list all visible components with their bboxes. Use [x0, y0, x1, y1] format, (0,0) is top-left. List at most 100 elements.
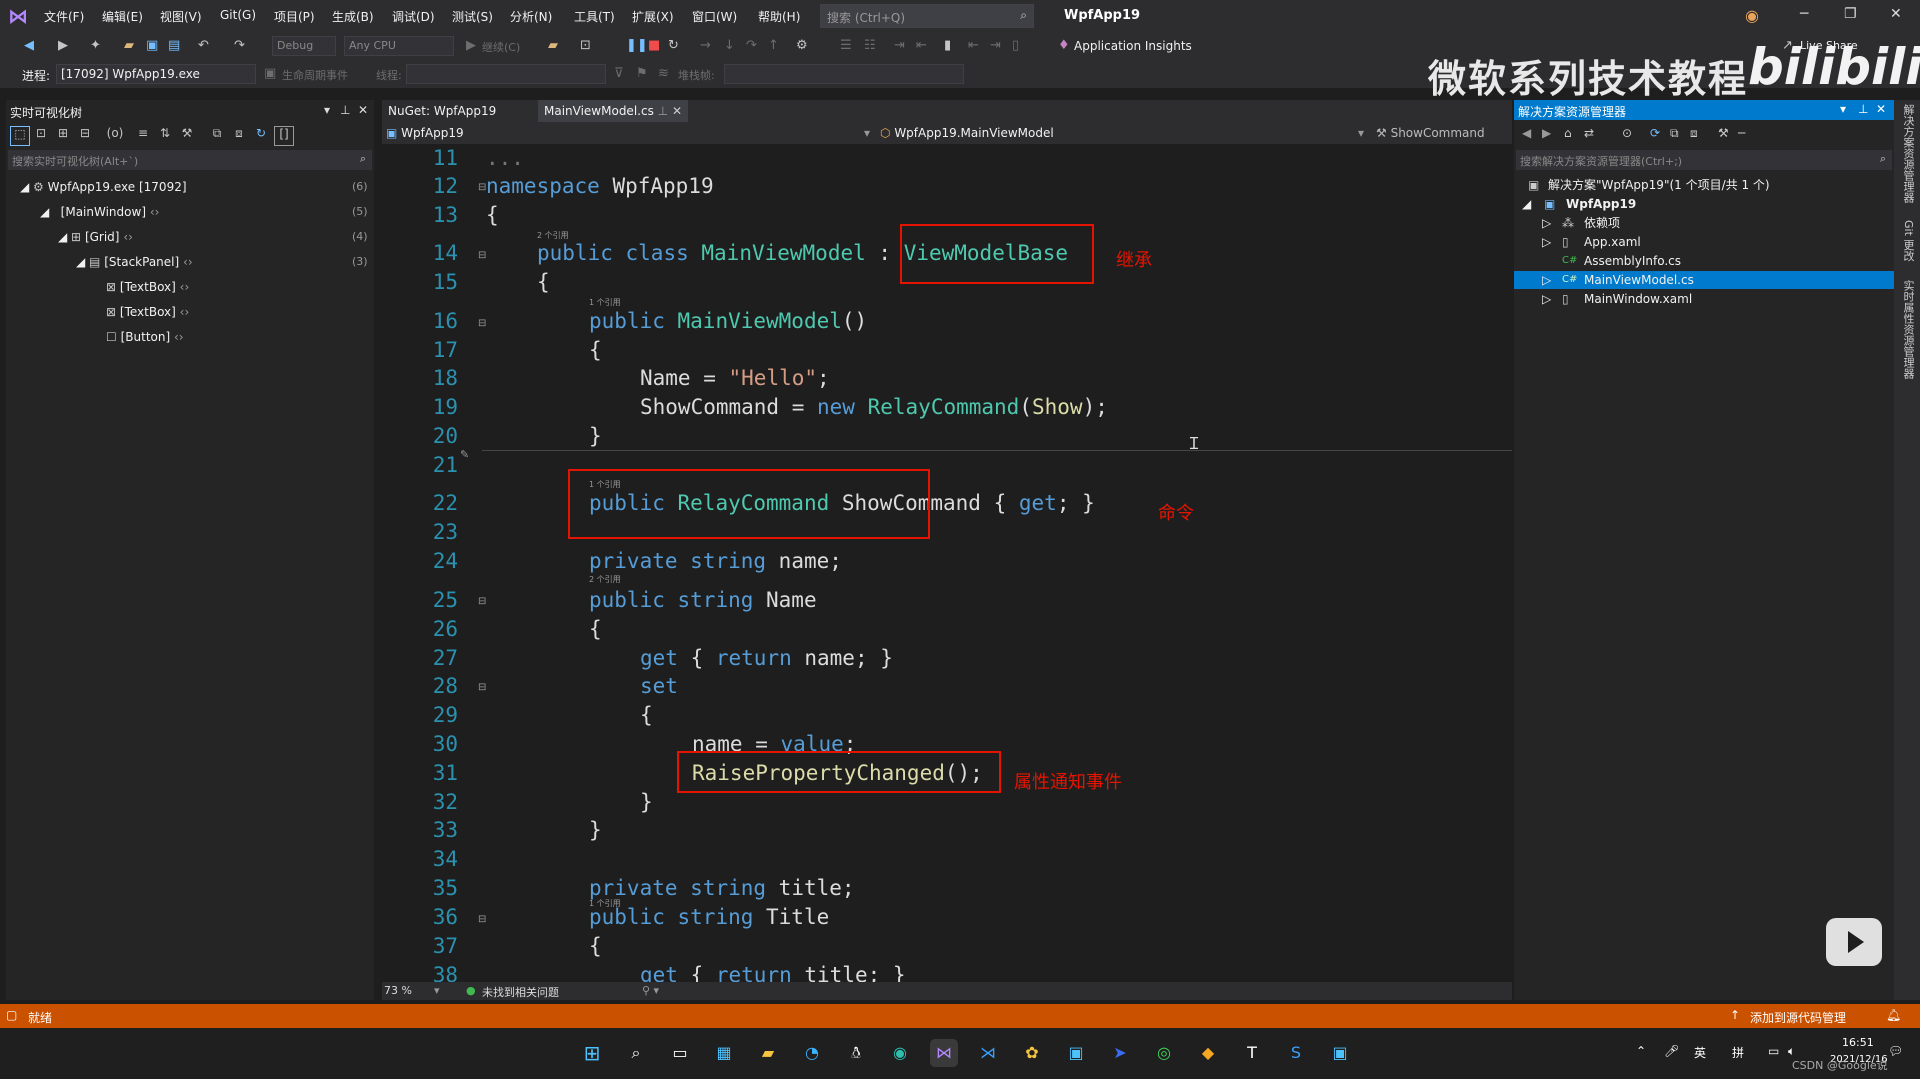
tree-node-textbox[interactable]: ⊠ [TextBox] ‹›	[106, 303, 189, 321]
store-icon[interactable]: ▣	[1062, 1039, 1090, 1067]
lifecycle-events-select[interactable]: 生命周期事件	[282, 67, 348, 83]
menu-window[interactable]: 窗口(W)	[692, 8, 737, 25]
code-editor[interactable]: 11 12 13 14 15 16 17 18 19 20 21 22 23 2…	[382, 144, 1512, 982]
binding-icon[interactable]: (o)	[106, 126, 124, 144]
menu-view[interactable]: 视图(V)	[160, 8, 202, 25]
nav-class-select[interactable]: ⬡ WpfApp19.MainViewModel	[880, 126, 1054, 140]
restart-icon[interactable]: ↻	[668, 38, 679, 53]
user-avatar-icon[interactable]: ◉	[1745, 6, 1759, 25]
step-into-icon[interactable]: ↓	[724, 38, 735, 53]
show-hidden-icons-icon[interactable]: ⌃	[1636, 1044, 1646, 1058]
flag-icon[interactable]: ⚑	[636, 66, 648, 81]
hot-reload-icon[interactable]: ⊡	[580, 38, 591, 53]
solution-search-input[interactable]: 搜索解决方案资源管理器(Ctrl+;) ⌕	[1516, 150, 1892, 170]
show-next-statement-icon[interactable]: →	[700, 38, 711, 53]
pin-icon[interactable]: ⊥	[658, 104, 668, 118]
fold-toggle-icon[interactable]: ⊟	[478, 250, 486, 261]
menu-help[interactable]: 帮助(H)	[758, 8, 800, 25]
collapsed-usings[interactable]: ...	[486, 146, 524, 170]
app-icon[interactable]: ◉	[886, 1039, 914, 1067]
collapse-arrow-icon[interactable]: ▷	[1542, 290, 1551, 308]
restore-icon[interactable]: ❐	[1844, 6, 1857, 22]
sync-icon[interactable]: ⟳	[1650, 126, 1660, 140]
redo-icon[interactable]: ↷	[234, 38, 245, 53]
zoom-select[interactable]: 73 %	[384, 984, 412, 997]
start-icon[interactable]: ⊞	[578, 1039, 606, 1067]
minimize-icon[interactable]: ─	[1800, 6, 1808, 22]
notifications-icon[interactable]: 🔔︎	[1886, 1008, 1901, 1022]
menu-test[interactable]: 测试(S)	[452, 8, 493, 25]
tab-mainviewmodel[interactable]: MainViewModel.cs ⊥ ✕	[538, 100, 688, 122]
issues-status[interactable]: 未找到相关问题	[482, 984, 559, 1000]
comment-icon[interactable]: ☰	[840, 38, 852, 53]
app-icon[interactable]: ✿	[1018, 1039, 1046, 1067]
display-adorners-icon[interactable]: ⊡	[32, 126, 50, 144]
close-icon[interactable]: ✕	[1890, 6, 1902, 22]
chevron-down-icon[interactable]: ▾	[434, 984, 440, 997]
select-element-icon[interactable]: ⬚	[10, 126, 30, 146]
menu-debug[interactable]: 调试(D)	[392, 8, 435, 25]
collapse-arrow-icon[interactable]: ▷	[1542, 214, 1551, 232]
tree-node-process[interactable]: ◢ ⚙ WpfApp19.exe [17092]	[20, 178, 187, 196]
expand-icon[interactable]: ⇅	[156, 126, 174, 144]
chevron-down-icon[interactable]: ▾	[864, 126, 870, 140]
collapse-arrow-icon[interactable]: ▷	[1542, 233, 1551, 251]
filter-icon[interactable]: ⊽	[614, 66, 624, 81]
qq-icon[interactable]: 🐧︎	[842, 1039, 870, 1067]
solution-node[interactable]: ▣ 解决方案"WpfApp19"(1 个项目/共 1 个)	[1514, 176, 1894, 194]
wechat-icon[interactable]: ◎	[1150, 1039, 1178, 1067]
network-icon[interactable]: ▭	[1768, 1044, 1779, 1058]
input-method-pinyin[interactable]: 拼	[1732, 1044, 1744, 1061]
nav-member-select[interactable]: ⚒ ShowCommand	[1376, 126, 1485, 140]
tree-node-grid[interactable]: ◢ ⊞ [Grid] ‹›	[58, 228, 133, 246]
preview-icon[interactable]: ─	[1738, 126, 1745, 140]
app-icon[interactable]: S	[1282, 1039, 1310, 1067]
diagnostics-icon[interactable]: ⚙	[796, 38, 808, 53]
fold-toggle-icon[interactable]: ⊟	[478, 914, 486, 925]
tree-node-button[interactable]: ☐ [Button] ‹›	[106, 328, 184, 346]
close-tab-icon[interactable]: ✕	[672, 104, 682, 118]
project-node[interactable]: ◢ ▣ WpfApp19	[1514, 195, 1894, 213]
file-node[interactable]: ▷ ▯ App.xaml	[1514, 233, 1894, 251]
collapse-all-icon[interactable]: ⧉	[1670, 126, 1679, 141]
app-icon[interactable]: ▣	[1326, 1039, 1354, 1067]
menu-tools[interactable]: 工具(T)	[574, 8, 615, 25]
save-all-icon[interactable]: ▤	[168, 38, 180, 53]
save-icon[interactable]: ▣	[146, 38, 158, 53]
clock-time[interactable]: 16:51	[1842, 1036, 1874, 1049]
stack-frame-select[interactable]	[724, 64, 964, 84]
bookmark-icon[interactable]: ▮	[944, 38, 951, 53]
file-node-selected[interactable]: ▷ C# MainViewModel.cs	[1514, 271, 1894, 289]
pending-changes-icon[interactable]: ⊙	[1622, 126, 1632, 140]
input-language-en[interactable]: 英	[1694, 1044, 1706, 1061]
visual-studio-logo-icon[interactable]: ⋈	[8, 4, 34, 28]
close-icon[interactable]: ✕	[1876, 102, 1886, 116]
show-all-files-icon[interactable]: ⧈	[1690, 126, 1698, 141]
tree-node-mainwindow[interactable]: ◢ [MainWindow] ‹›	[40, 203, 159, 221]
search-input[interactable]: 搜索 (Ctrl+Q) ⌕	[820, 4, 1034, 28]
task-view-icon[interactable]: ▭	[666, 1039, 694, 1067]
menu-file[interactable]: 文件(F)	[44, 8, 84, 25]
platform-select[interactable]: Any CPU	[344, 36, 454, 56]
outdent-icon[interactable]: ⇤	[916, 38, 927, 53]
dropdown-icon[interactable]: ▾	[324, 103, 330, 117]
nav-project-select[interactable]: ▣ WpfApp19	[386, 126, 464, 140]
chevron-down-icon[interactable]: ▾	[1358, 126, 1364, 140]
dropdown-icon[interactable]: ▾	[1840, 102, 1846, 116]
fold-toggle-icon[interactable]: ⊟	[478, 596, 486, 607]
vscode-icon[interactable]: ⋊	[974, 1039, 1002, 1067]
microphone-icon[interactable]: 🎤︎	[1664, 1044, 1679, 1058]
next-bookmark-icon[interactable]: ⇥	[990, 38, 1001, 53]
continue-icon[interactable]: ▶	[466, 38, 476, 53]
menu-build[interactable]: 生成(B)	[332, 8, 374, 25]
search-icon[interactable]: ⌕	[622, 1039, 650, 1067]
refresh-icon[interactable]: ↻	[252, 126, 270, 144]
widgets-icon[interactable]: ▦	[710, 1039, 738, 1067]
folder-icon[interactable]: ▰	[548, 38, 558, 53]
forward-icon[interactable]: ▶	[1542, 126, 1551, 140]
threads-icon[interactable]: ≋	[658, 66, 669, 81]
codelens-references[interactable]: 2 个引用	[537, 230, 569, 241]
close-icon[interactable]: ✕	[358, 103, 368, 117]
back-icon[interactable]: ◀	[24, 38, 34, 53]
side-tab-solution-explorer[interactable]: 解决方案资源管理器	[1900, 104, 1916, 203]
